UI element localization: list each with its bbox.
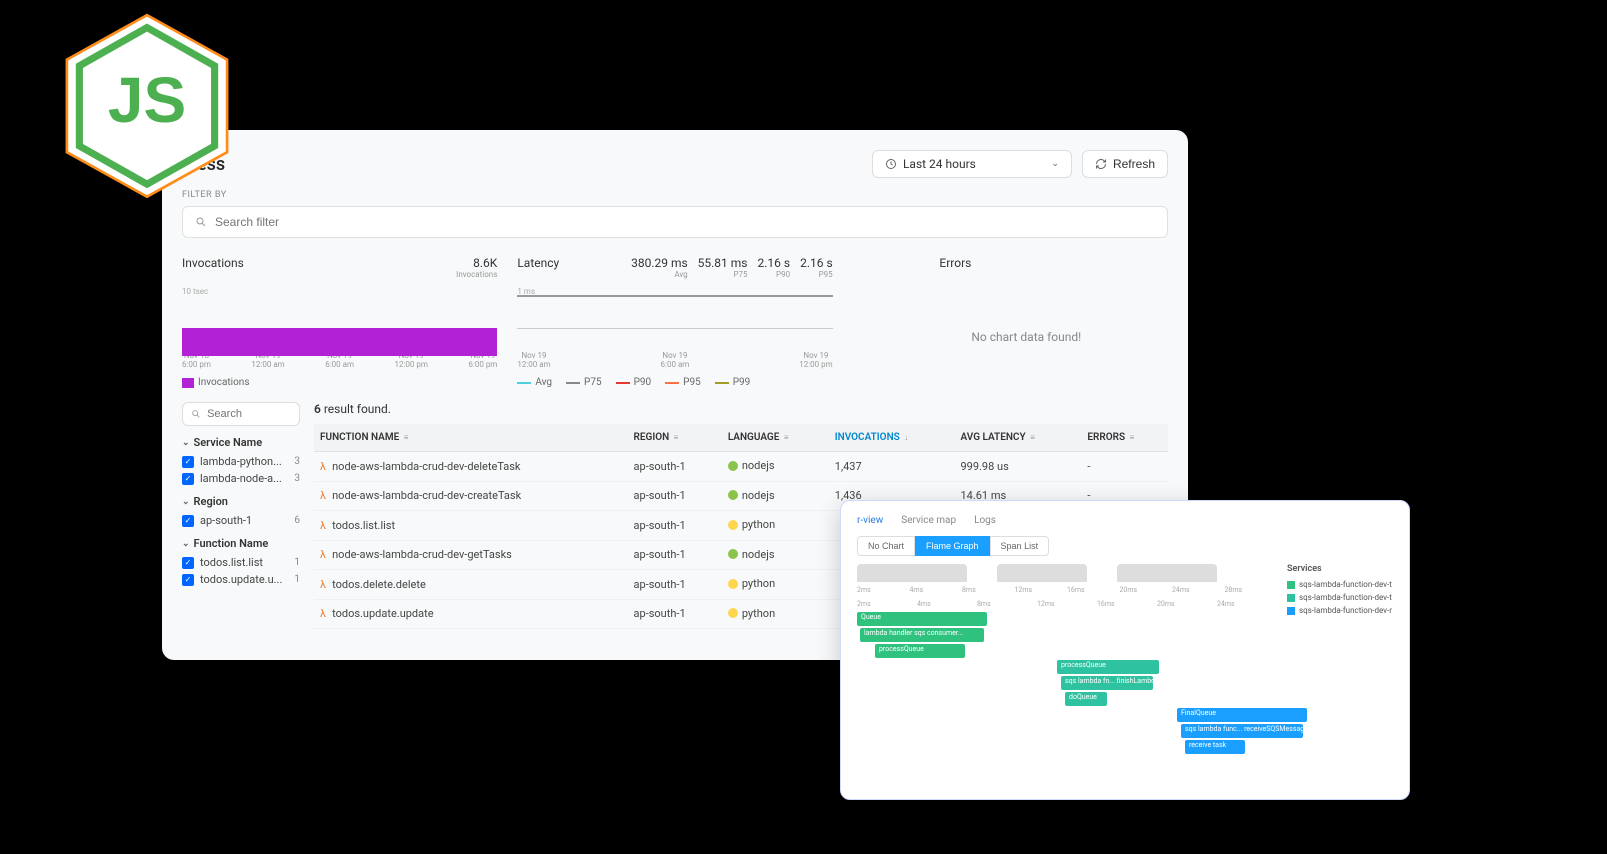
flame-span[interactable]: receive task [1185, 740, 1245, 754]
facet-item[interactable]: ✓todos.list.list1 [182, 556, 300, 569]
lambda-icon: λ [320, 460, 326, 473]
facet-title-function_name[interactable]: ⌄ Function Name [182, 537, 300, 550]
result-count: 6 result found. [314, 402, 1168, 416]
flame-span[interactable]: Queue [857, 612, 987, 626]
sidebar-search-input[interactable] [182, 402, 300, 426]
trace-subtab[interactable]: Span List [990, 536, 1050, 556]
trace-subtab[interactable]: No Chart [857, 536, 915, 556]
facet-sidebar: ⌄ Service Name ✓lambda-python...3 ✓lambda-… [182, 402, 300, 629]
trace-subtab[interactable]: Flame Graph [915, 536, 990, 556]
table-row[interactable]: λnode-aws-lambda-crud-dev-deleteTaskap-s… [314, 452, 1168, 482]
checkbox-icon[interactable]: ✓ [182, 557, 194, 569]
flame-span[interactable]: sqs lambda fn... finishLambda [1061, 676, 1153, 690]
search-icon [195, 216, 207, 228]
trace-subtabs: No ChartFlame GraphSpan List [857, 536, 1393, 556]
time-range-dropdown[interactable]: Last 24 hours ⌄ [872, 150, 1072, 178]
nodejs-logo: JS [58, 8, 236, 196]
checkbox-icon[interactable]: ✓ [182, 473, 194, 485]
errors-empty-text: No chart data found! [971, 330, 1081, 344]
flame-span[interactable]: lambda handler sqs consumer... [860, 628, 984, 642]
latency-chart[interactable]: 1 ms [517, 287, 832, 347]
flame-span[interactable]: processQueue [1057, 660, 1159, 674]
trace-panel: r-view Service map Logs No ChartFlame Grap… [840, 500, 1410, 800]
trace-minimap[interactable] [857, 564, 1277, 582]
service-legend-item[interactable]: sqs-lambda-function-dev-t [1287, 593, 1393, 602]
invocations-card: Invocations 8.6KInvocations 10 tsec Nov … [182, 256, 497, 388]
facet-title-service_name[interactable]: ⌄ Service Name [182, 436, 300, 449]
service-legend-item[interactable]: sqs-lambda-function-dev-t [1287, 580, 1393, 589]
checkbox-icon[interactable]: ✓ [182, 574, 194, 586]
trace-tab[interactable]: r-view [857, 515, 883, 526]
checkbox-icon[interactable]: ✓ [182, 515, 194, 527]
filter-by-label: FILTER BY [182, 190, 1168, 200]
invocations-title: Invocations [182, 256, 244, 270]
errors-title: Errors [939, 256, 971, 270]
language-icon [728, 490, 738, 500]
language-icon [728, 608, 738, 618]
lambda-icon: λ [320, 489, 326, 502]
language-icon [728, 520, 738, 530]
refresh-button[interactable]: Refresh [1082, 150, 1168, 178]
chevron-down-icon: ⌄ [1051, 159, 1059, 169]
lambda-icon: λ [320, 519, 326, 532]
lambda-icon: λ [320, 548, 326, 561]
invocations-chart[interactable]: 10 tsec [182, 287, 497, 347]
search-icon [191, 408, 201, 420]
lambda-icon: λ [320, 607, 326, 620]
table-header[interactable]: REGION ≡ [628, 424, 722, 452]
errors-card: Errors No chart data found! [853, 256, 1168, 388]
flame-span[interactable]: sqs lambda func... receiveSQSMessage [1181, 724, 1303, 738]
lambda-icon: λ [320, 578, 326, 591]
service-legend-item[interactable]: sqs-lambda-function-dev-r [1287, 606, 1393, 615]
flame-span[interactable]: doQueue [1065, 692, 1107, 706]
table-header[interactable]: LANGUAGE ≡ [722, 424, 829, 452]
table-header[interactable]: FUNCTION NAME ≡ [314, 424, 628, 452]
language-icon [728, 461, 738, 471]
table-header[interactable]: AVG LATENCY ≡ [954, 424, 1081, 452]
legend-swatch [182, 378, 194, 388]
svg-text:JS: JS [108, 64, 186, 136]
latency-card: Latency 380.29 msAvg55.81 msP752.16 sP90… [517, 256, 832, 388]
refresh-icon [1095, 158, 1107, 170]
facet-title-region[interactable]: ⌄ Region [182, 495, 300, 508]
checkbox-icon[interactable]: ✓ [182, 456, 194, 468]
search-filter-input[interactable] [182, 206, 1168, 238]
facet-item[interactable]: ✓ap-south-16 [182, 514, 300, 527]
trace-tab[interactable]: Service map [901, 515, 956, 526]
facet-item[interactable]: ✓lambda-node-a...3 [182, 472, 300, 485]
flame-span[interactable]: processQueue [875, 644, 965, 658]
facet-item[interactable]: ✓lambda-python...3 [182, 455, 300, 468]
latency-title: Latency [517, 256, 559, 270]
table-header[interactable]: ERRORS ≡ [1081, 424, 1168, 452]
trace-tab[interactable]: Logs [974, 515, 996, 526]
flame-span[interactable]: FinalQueue [1177, 708, 1307, 722]
language-icon [728, 549, 738, 559]
flame-graph[interactable]: 2ms4ms8ms12ms16ms20ms24ms28ms 2ms4ms8ms1… [857, 564, 1277, 756]
table-header[interactable]: INVOCATIONS ↓ [829, 424, 955, 452]
trace-tabs: r-view Service map Logs [857, 515, 1393, 526]
clock-icon [885, 158, 897, 170]
language-icon [728, 579, 738, 589]
facet-item[interactable]: ✓todos.update.u...1 [182, 573, 300, 586]
